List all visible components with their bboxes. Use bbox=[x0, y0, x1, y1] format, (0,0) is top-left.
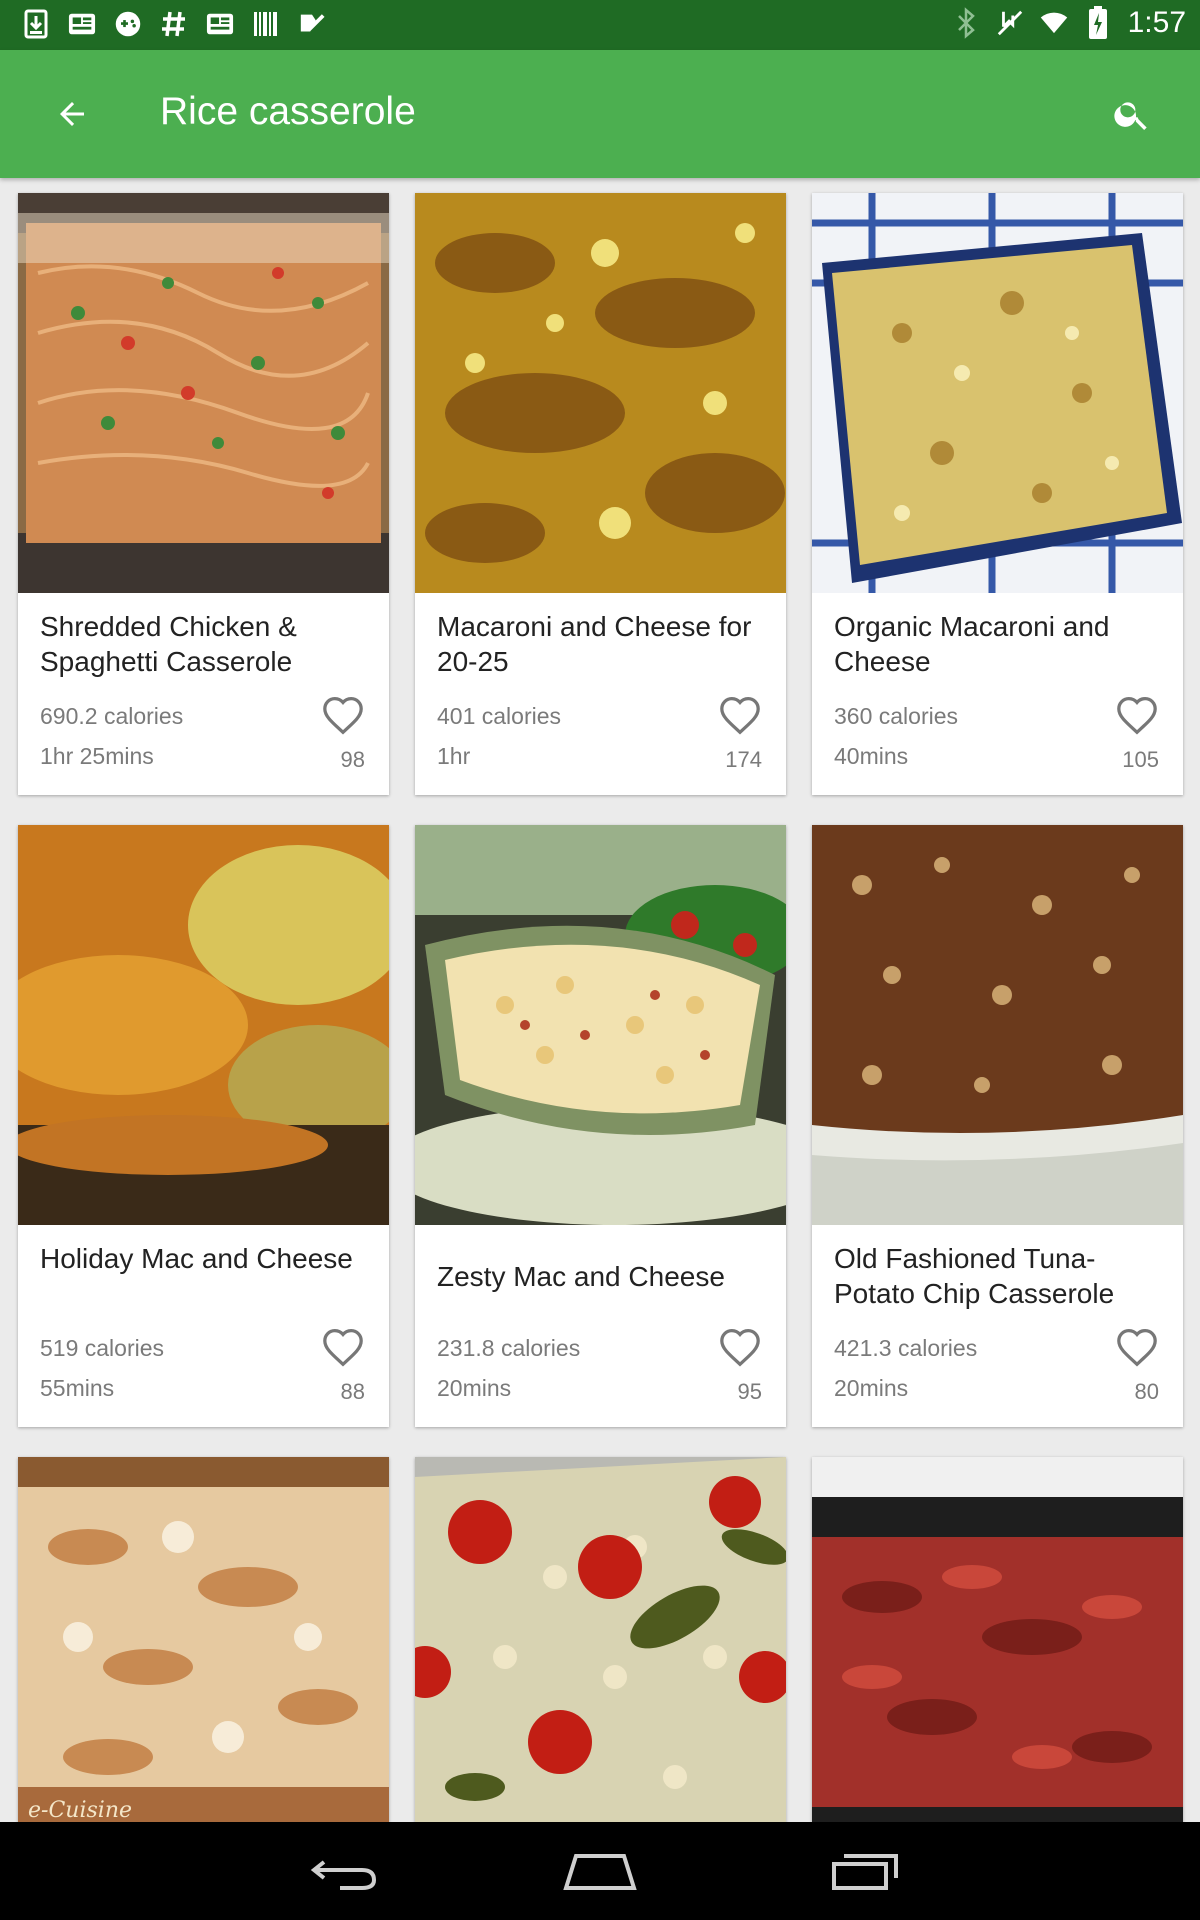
hashtag-icon bbox=[160, 8, 188, 40]
heart-icon[interactable] bbox=[321, 1327, 365, 1367]
heart-icon[interactable] bbox=[718, 695, 762, 735]
recipe-card[interactable]: Organic Macaroni and Cheese 360 calories… bbox=[812, 193, 1183, 795]
recipe-card[interactable]: Old Fashioned Tuna-Potato Chip Casserole… bbox=[812, 825, 1183, 1427]
recipe-calories: 421.3 calories bbox=[834, 1335, 978, 1361]
recipe-card[interactable] bbox=[812, 1457, 1183, 1822]
recipe-calories: 519 calories bbox=[40, 1335, 165, 1361]
check-icon bbox=[298, 8, 326, 40]
recipe-title: Zesty Mac and Cheese bbox=[437, 1261, 725, 1292]
recipe-time: 20mins bbox=[437, 1375, 512, 1401]
game-controller-icon bbox=[114, 8, 142, 40]
likes-count: 95 bbox=[737, 1379, 762, 1404]
recipe-calories: 360 calories bbox=[834, 703, 959, 729]
recipe-title: Shredded Chicken & Spaghetti Casserole bbox=[40, 611, 297, 677]
recipe-image bbox=[18, 193, 389, 593]
recipe-image bbox=[812, 1457, 1183, 1822]
back-icon bbox=[310, 1860, 377, 1890]
nav-recents-button[interactable] bbox=[820, 1844, 910, 1900]
recipe-time: 1hr bbox=[437, 743, 471, 769]
status-bar: 1:57 bbox=[0, 0, 1200, 50]
recipe-card[interactable]: e-Cuisine bbox=[18, 1457, 389, 1822]
likes-count: 80 bbox=[1134, 1379, 1159, 1404]
bluetooth-icon bbox=[952, 7, 980, 39]
download-icon bbox=[22, 8, 50, 40]
recipe-time: 55mins bbox=[40, 1375, 115, 1401]
recipe-image bbox=[18, 825, 389, 1225]
likes-count: 105 bbox=[1122, 747, 1159, 772]
recipe-card[interactable]: Macaroni and Cheese for 20-25 401 calori… bbox=[415, 193, 786, 795]
page-title: Rice casserole bbox=[160, 90, 416, 133]
clock: 1:57 bbox=[1127, 6, 1186, 39]
recipe-image bbox=[415, 1457, 786, 1822]
recipe-title: Macaroni and Cheese for 20-25 bbox=[437, 611, 752, 677]
recipe-title: Holiday Mac and Cheese bbox=[40, 1243, 353, 1274]
barcode-icon bbox=[252, 8, 280, 40]
recipe-calories: 690.2 calories bbox=[40, 703, 184, 729]
battery-charging-icon bbox=[1084, 6, 1112, 39]
mute-icon bbox=[996, 7, 1024, 39]
news-icon bbox=[206, 8, 234, 40]
news-icon bbox=[68, 8, 96, 40]
app-bar: Rice casserole bbox=[0, 50, 1200, 178]
heart-icon[interactable] bbox=[718, 1327, 762, 1367]
recipe-time: 40mins bbox=[834, 743, 909, 769]
nav-back-button[interactable] bbox=[300, 1844, 390, 1900]
recipe-image bbox=[415, 825, 786, 1225]
recipe-image bbox=[415, 193, 786, 593]
heart-icon[interactable] bbox=[321, 695, 365, 735]
back-button[interactable] bbox=[44, 86, 100, 142]
wifi-icon bbox=[1040, 7, 1068, 39]
likes-count: 98 bbox=[340, 747, 365, 772]
recipe-calories: 231.8 calories bbox=[437, 1335, 581, 1361]
watermark-text: e-Cuisine bbox=[28, 1798, 132, 1822]
heart-icon[interactable] bbox=[1115, 695, 1159, 735]
recipe-card[interactable]: Zesty Mac and Cheese 231.8 calories 20mi… bbox=[415, 825, 786, 1427]
recipe-image bbox=[812, 825, 1183, 1225]
recents-icon bbox=[832, 1854, 898, 1890]
heart-icon[interactable] bbox=[1115, 1327, 1159, 1367]
recipe-card[interactable]: Holiday Mac and Cheese 519 calories 55mi… bbox=[18, 825, 389, 1427]
likes-count: 88 bbox=[340, 1379, 365, 1404]
recipe-time: 20mins bbox=[834, 1375, 909, 1401]
recipe-image: e-Cuisine bbox=[18, 1457, 389, 1822]
search-icon bbox=[1114, 102, 1147, 130]
home-icon bbox=[563, 1854, 637, 1890]
recipe-grid: Shredded Chicken & Spaghetti Casserole 6… bbox=[0, 178, 1200, 1822]
recipe-title: Organic Macaroni and Cheese bbox=[834, 611, 1110, 677]
navigation-bar bbox=[0, 1822, 1200, 1920]
recipe-image bbox=[812, 193, 1183, 593]
recipe-time: 1hr 25mins bbox=[40, 743, 154, 769]
arrow-back-icon bbox=[60, 102, 84, 126]
likes-count: 174 bbox=[725, 747, 762, 772]
nav-home-button[interactable] bbox=[555, 1844, 645, 1900]
recipe-title: Old Fashioned Tuna-Potato Chip Casserole bbox=[834, 1243, 1115, 1309]
recipe-card[interactable] bbox=[415, 1457, 786, 1822]
recipe-calories: 401 calories bbox=[437, 703, 562, 729]
recipe-card[interactable]: Shredded Chicken & Spaghetti Casserole 6… bbox=[18, 193, 389, 795]
search-button[interactable] bbox=[1104, 86, 1160, 142]
